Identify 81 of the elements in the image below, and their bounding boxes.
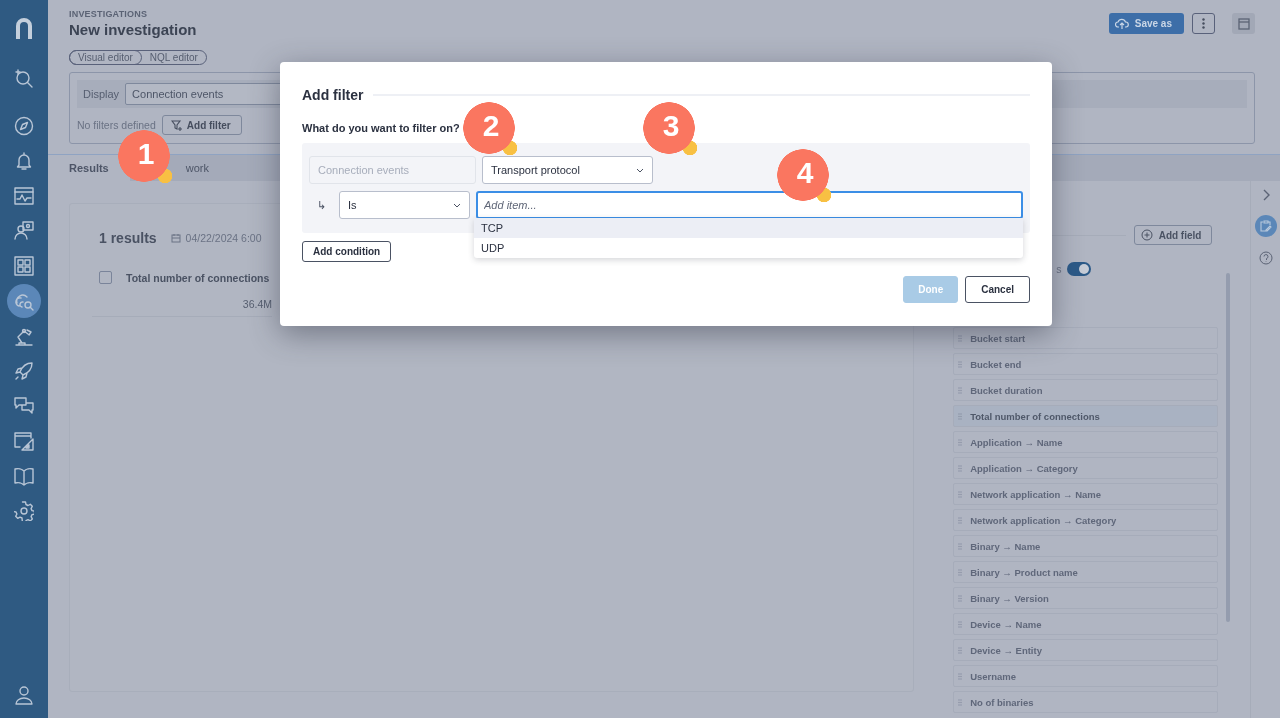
drag-handle-icon[interactable] xyxy=(958,542,963,550)
condition-arrow: ↳ xyxy=(315,198,327,212)
drag-handle-icon[interactable] xyxy=(958,334,963,342)
drag-handle-icon[interactable] xyxy=(958,386,963,394)
panel-icon xyxy=(1237,17,1250,30)
field-item[interactable]: Application → Category xyxy=(953,457,1219,479)
column-checkbox[interactable] xyxy=(99,271,112,284)
editor-mode-tab[interactable]: NQL editor xyxy=(141,51,206,64)
date-range: 04/22/2024 6:00 xyxy=(185,232,262,244)
field-item[interactable]: Device → Name xyxy=(953,613,1219,635)
toggle-switch[interactable] xyxy=(1067,262,1092,276)
add-field-button[interactable]: Add field xyxy=(1133,225,1213,245)
add-filter-button[interactable]: Add filter xyxy=(161,115,242,135)
table-cell: 36.4M xyxy=(92,284,272,317)
field-item[interactable]: Device → Entity xyxy=(953,639,1219,661)
dialog-button[interactable]: Cancel xyxy=(965,276,1030,303)
drag-handle-icon[interactable] xyxy=(958,698,963,706)
drag-handle-icon[interactable] xyxy=(958,594,963,602)
field-item[interactable]: Network application → Category xyxy=(953,509,1219,531)
grid-icon[interactable] xyxy=(14,256,34,276)
drag-handle-icon[interactable] xyxy=(958,516,963,524)
display-label: Display xyxy=(83,88,120,100)
drag-handle-icon[interactable] xyxy=(958,646,963,654)
rocket-icon[interactable] xyxy=(14,361,34,381)
operator-select[interactable]: Is xyxy=(339,191,470,219)
panel-toggle-button[interactable] xyxy=(1232,13,1255,34)
caret-icon xyxy=(636,167,644,173)
breadcrumb[interactable]: INVESTIGATIONS xyxy=(69,9,197,19)
field-item[interactable]: Bucket end xyxy=(953,353,1219,375)
compass-icon[interactable] xyxy=(14,116,34,136)
chat-icon[interactable] xyxy=(14,396,34,416)
clipboard-edit-button[interactable] xyxy=(1254,215,1277,237)
results-count: 1 results xyxy=(99,230,157,246)
field-item[interactable]: Username xyxy=(953,665,1219,687)
bell-icon[interactable] xyxy=(14,151,34,171)
field-item[interactable]: Binary → Product name xyxy=(953,561,1219,583)
caret-icon xyxy=(453,202,461,208)
dialog-title: Add filter xyxy=(302,87,364,103)
field-item[interactable]: Binary → Version xyxy=(953,587,1219,609)
search-icon[interactable] xyxy=(14,68,34,88)
settings-icon[interactable] xyxy=(14,501,34,521)
drag-handle-icon[interactable] xyxy=(958,672,963,680)
fingerprint-search-icon[interactable] xyxy=(14,291,34,311)
add-item-field[interactable]: Add item... xyxy=(476,191,1023,219)
menu-icon xyxy=(1202,18,1205,29)
field-item[interactable]: Network application → Name xyxy=(953,483,1219,505)
field-item[interactable]: Total number of connections xyxy=(953,405,1219,427)
drag-handle-icon[interactable] xyxy=(958,568,963,576)
filters-status: No filters defined xyxy=(77,119,156,131)
people-icon[interactable] xyxy=(14,221,34,241)
field-item[interactable]: Bucket duration xyxy=(953,379,1219,401)
drag-handle-icon[interactable] xyxy=(958,464,963,472)
add-condition-button[interactable]: Add condition xyxy=(302,241,392,262)
field-item[interactable]: Bucket start xyxy=(953,327,1219,349)
more-button[interactable] xyxy=(1192,13,1215,34)
help-icon[interactable] xyxy=(1258,251,1273,265)
field-item[interactable]: No of binaries xyxy=(953,691,1219,713)
drag-handle-icon[interactable] xyxy=(958,490,963,498)
book-icon[interactable] xyxy=(14,466,34,486)
drag-handle-icon[interactable] xyxy=(958,360,963,368)
calendar-icon xyxy=(170,233,181,243)
cloud-upload-icon xyxy=(1114,17,1129,30)
dropdown-option[interactable]: UDP xyxy=(474,238,1023,258)
drag-handle-icon[interactable] xyxy=(958,438,963,446)
save-as-button[interactable]: Save as xyxy=(1108,13,1184,34)
clipboard-edit-icon xyxy=(1259,220,1272,232)
dropdown-option[interactable]: TCP xyxy=(474,218,1023,238)
chart-window-icon[interactable] xyxy=(14,187,34,205)
field-item[interactable]: Binary → Name xyxy=(953,535,1219,557)
filter-add-icon xyxy=(170,119,183,131)
window-ruler-icon[interactable] xyxy=(14,431,34,451)
user-icon[interactable] xyxy=(14,685,34,705)
page-title: New investigation xyxy=(69,21,197,38)
column-header: Total number of connections xyxy=(126,271,270,284)
field-select[interactable]: Transport protocol xyxy=(482,156,653,184)
chevron-right-icon[interactable] xyxy=(1261,189,1270,201)
question-label: What do you want to filter on? xyxy=(302,122,460,134)
field-item[interactable]: Application → Name xyxy=(953,431,1219,453)
drag-handle-icon[interactable] xyxy=(958,620,963,628)
plus-circle-icon xyxy=(1140,229,1153,241)
logo-icon[interactable] xyxy=(14,17,34,39)
